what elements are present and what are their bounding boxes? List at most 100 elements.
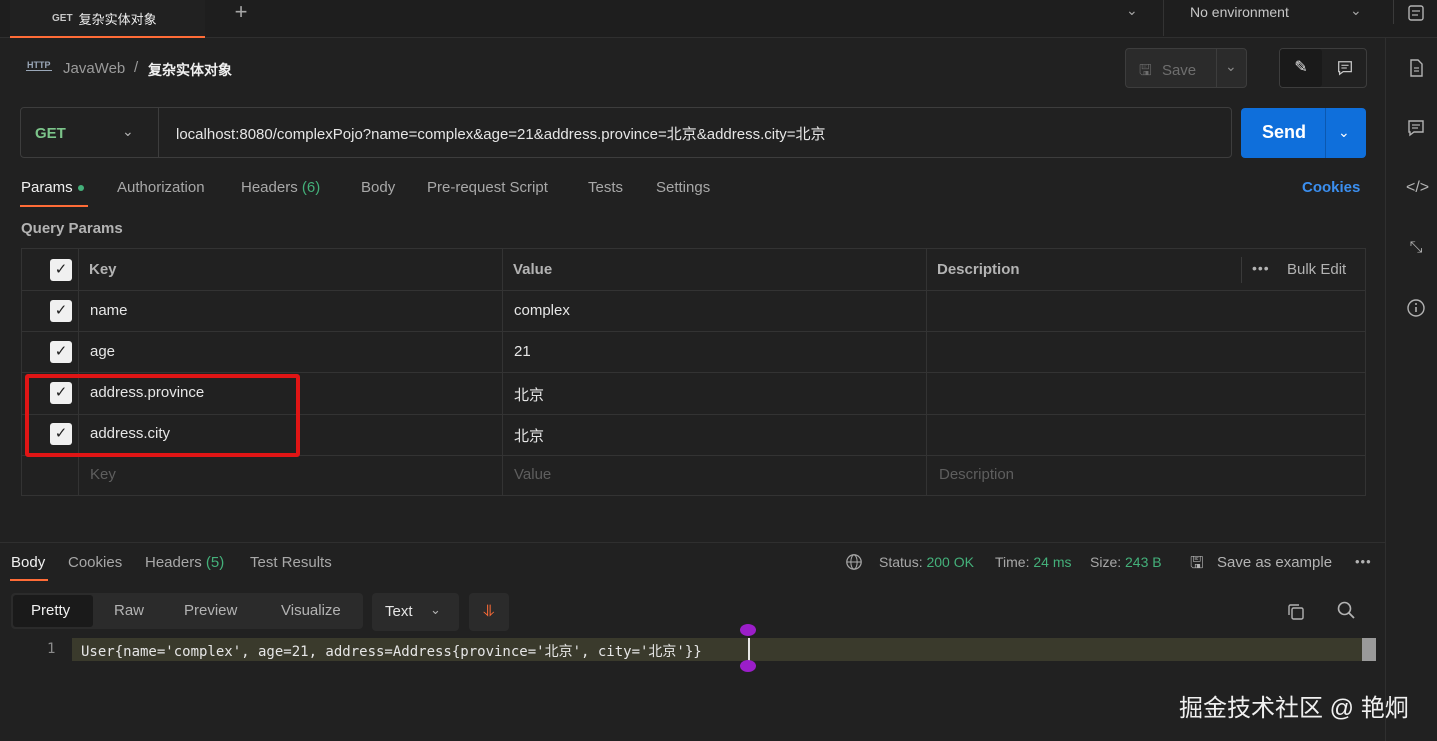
chevron-down-icon[interactable]: ⌄ (1350, 2, 1362, 19)
breadcrumb-collection[interactable]: JavaWeb (63, 60, 125, 77)
response-tab-body[interactable]: Body (11, 554, 45, 571)
tab-name: 复杂实体对象 (78, 11, 157, 27)
param-value[interactable]: complex (514, 302, 570, 319)
header-value: Value (513, 261, 553, 278)
more-options-icon[interactable]: ••• (1252, 260, 1270, 276)
line-number: 1 (47, 641, 56, 657)
tab-headers[interactable]: Headers (6) (241, 179, 320, 196)
breadcrumb-request-name[interactable]: 复杂实体对象 (148, 60, 232, 80)
header-description: Description (937, 261, 1020, 278)
tab-params[interactable]: Params (21, 179, 84, 196)
divider (1393, 0, 1394, 24)
comments-icon[interactable] (1406, 118, 1426, 138)
selection-handle-bottom[interactable] (740, 660, 756, 672)
query-params-title: Query Params (21, 220, 123, 237)
related-requests-icon[interactable]: ⤡ (1406, 238, 1426, 258)
divider (1216, 48, 1217, 88)
params-active-dot (77, 185, 84, 192)
response-tab-cookies[interactable]: Cookies (68, 554, 122, 571)
format-visualize[interactable]: Visualize (281, 602, 341, 619)
response-tab-headers[interactable]: Headers (5) (145, 554, 224, 571)
tab-method: GET (52, 12, 73, 24)
col-divider (78, 248, 79, 496)
method-selector[interactable]: GET (35, 125, 66, 142)
info-icon[interactable] (1406, 298, 1426, 318)
http-icon: HTTP (26, 60, 52, 71)
param-value[interactable]: 北京 (514, 425, 544, 446)
status-readout: Status: 200 OK (879, 554, 974, 570)
text-cursor (748, 638, 750, 661)
globe-icon[interactable] (845, 553, 863, 576)
divider (1241, 257, 1242, 283)
content-type-label: Text (385, 603, 413, 620)
size-readout: Size: 243 B (1090, 554, 1162, 570)
new-value-input[interactable]: Value (514, 466, 551, 483)
cookies-link[interactable]: Cookies (1302, 179, 1360, 196)
tab-pre-request-script[interactable]: Pre-request Script (427, 179, 548, 196)
new-tab-button[interactable]: + (226, 0, 256, 24)
code-icon[interactable]: </> (1406, 178, 1429, 198)
tab-settings[interactable]: Settings (656, 179, 710, 196)
chevron-down-icon[interactable]: ⌄ (1126, 2, 1138, 19)
save-example-icon: 🖫 (1190, 555, 1204, 572)
param-value[interactable]: 21 (514, 343, 531, 360)
more-options-icon[interactable]: ••• (1355, 554, 1372, 569)
new-key-input[interactable]: Key (90, 466, 116, 483)
divider (1325, 108, 1326, 158)
format-raw[interactable]: Raw (114, 602, 144, 619)
status-value: 200 OK (926, 554, 974, 570)
row-divider (21, 372, 1366, 373)
row-checkbox[interactable]: ✓ (50, 300, 72, 322)
save-icon: 🖫 (1139, 62, 1152, 79)
request-tab[interactable]: GET 复杂实体对象 (10, 0, 205, 38)
scrollbar-thumb[interactable] (1362, 638, 1376, 661)
row-divider (21, 290, 1366, 291)
format-preview[interactable]: Preview (184, 602, 237, 619)
save-button-label: 🖫 Save (1139, 62, 1197, 79)
param-key[interactable]: age (90, 343, 115, 360)
param-key[interactable]: name (90, 302, 128, 319)
param-value[interactable]: 北京 (514, 384, 544, 405)
response-body-text[interactable]: User{name='complex', age=21, address=Add… (81, 641, 702, 661)
save-as-example-button[interactable]: Save as example (1217, 554, 1332, 571)
tab-authorization[interactable]: Authorization (117, 179, 205, 196)
active-tab-indicator (10, 579, 48, 581)
bulk-edit-button[interactable]: Bulk Edit (1287, 261, 1346, 278)
comment-icon[interactable] (1326, 49, 1364, 87)
tab-body[interactable]: Body (361, 179, 395, 196)
environment-selector[interactable]: No environment (1190, 4, 1289, 20)
url-input[interactable]: localhost:8080/complexPojo?name=complex&… (176, 123, 826, 144)
chevron-down-icon[interactable]: ⌄ (1225, 58, 1237, 75)
time-readout: Time: 24 ms (995, 554, 1072, 570)
chevron-down-icon[interactable]: ⌄ (1338, 124, 1350, 141)
row-checkbox[interactable]: ✓ (50, 341, 72, 363)
divider (1163, 0, 1164, 36)
select-all-checkbox[interactable]: ✓ (50, 259, 72, 281)
active-tab-indicator (20, 205, 88, 207)
highlight-annotation-box (25, 374, 300, 457)
edit-pencil-icon[interactable]: ✎ (1280, 49, 1322, 87)
breadcrumb-separator: / (134, 59, 139, 76)
chevron-down-icon[interactable]: ⌄ (122, 123, 134, 140)
selection-handle-top[interactable] (740, 624, 756, 636)
new-description-input[interactable]: Description (939, 466, 1014, 483)
response-tab-test-results[interactable]: Test Results (250, 554, 332, 571)
tab-tests[interactable]: Tests (588, 179, 623, 196)
col-divider (926, 248, 927, 496)
chevron-down-icon: ⌄ (430, 602, 441, 617)
header-key: Key (89, 261, 117, 278)
copy-icon[interactable] (1286, 602, 1306, 627)
environment-quick-look-icon[interactable] (1406, 3, 1426, 23)
size-value: 243 B (1125, 554, 1162, 570)
documentation-icon[interactable] (1406, 58, 1426, 78)
wrap-lines-icon[interactable]: ⥥ (469, 593, 509, 631)
search-icon[interactable] (1336, 600, 1356, 625)
time-value: 24 ms (1033, 554, 1072, 570)
right-sidebar (1385, 38, 1437, 741)
format-pretty[interactable]: Pretty (31, 602, 70, 619)
response-divider (0, 542, 1385, 543)
send-button-label: Send (1262, 122, 1307, 142)
divider (158, 108, 159, 157)
watermark: 掘金技术社区 @ 艳炯 (1179, 695, 1409, 722)
row-divider (21, 331, 1366, 332)
